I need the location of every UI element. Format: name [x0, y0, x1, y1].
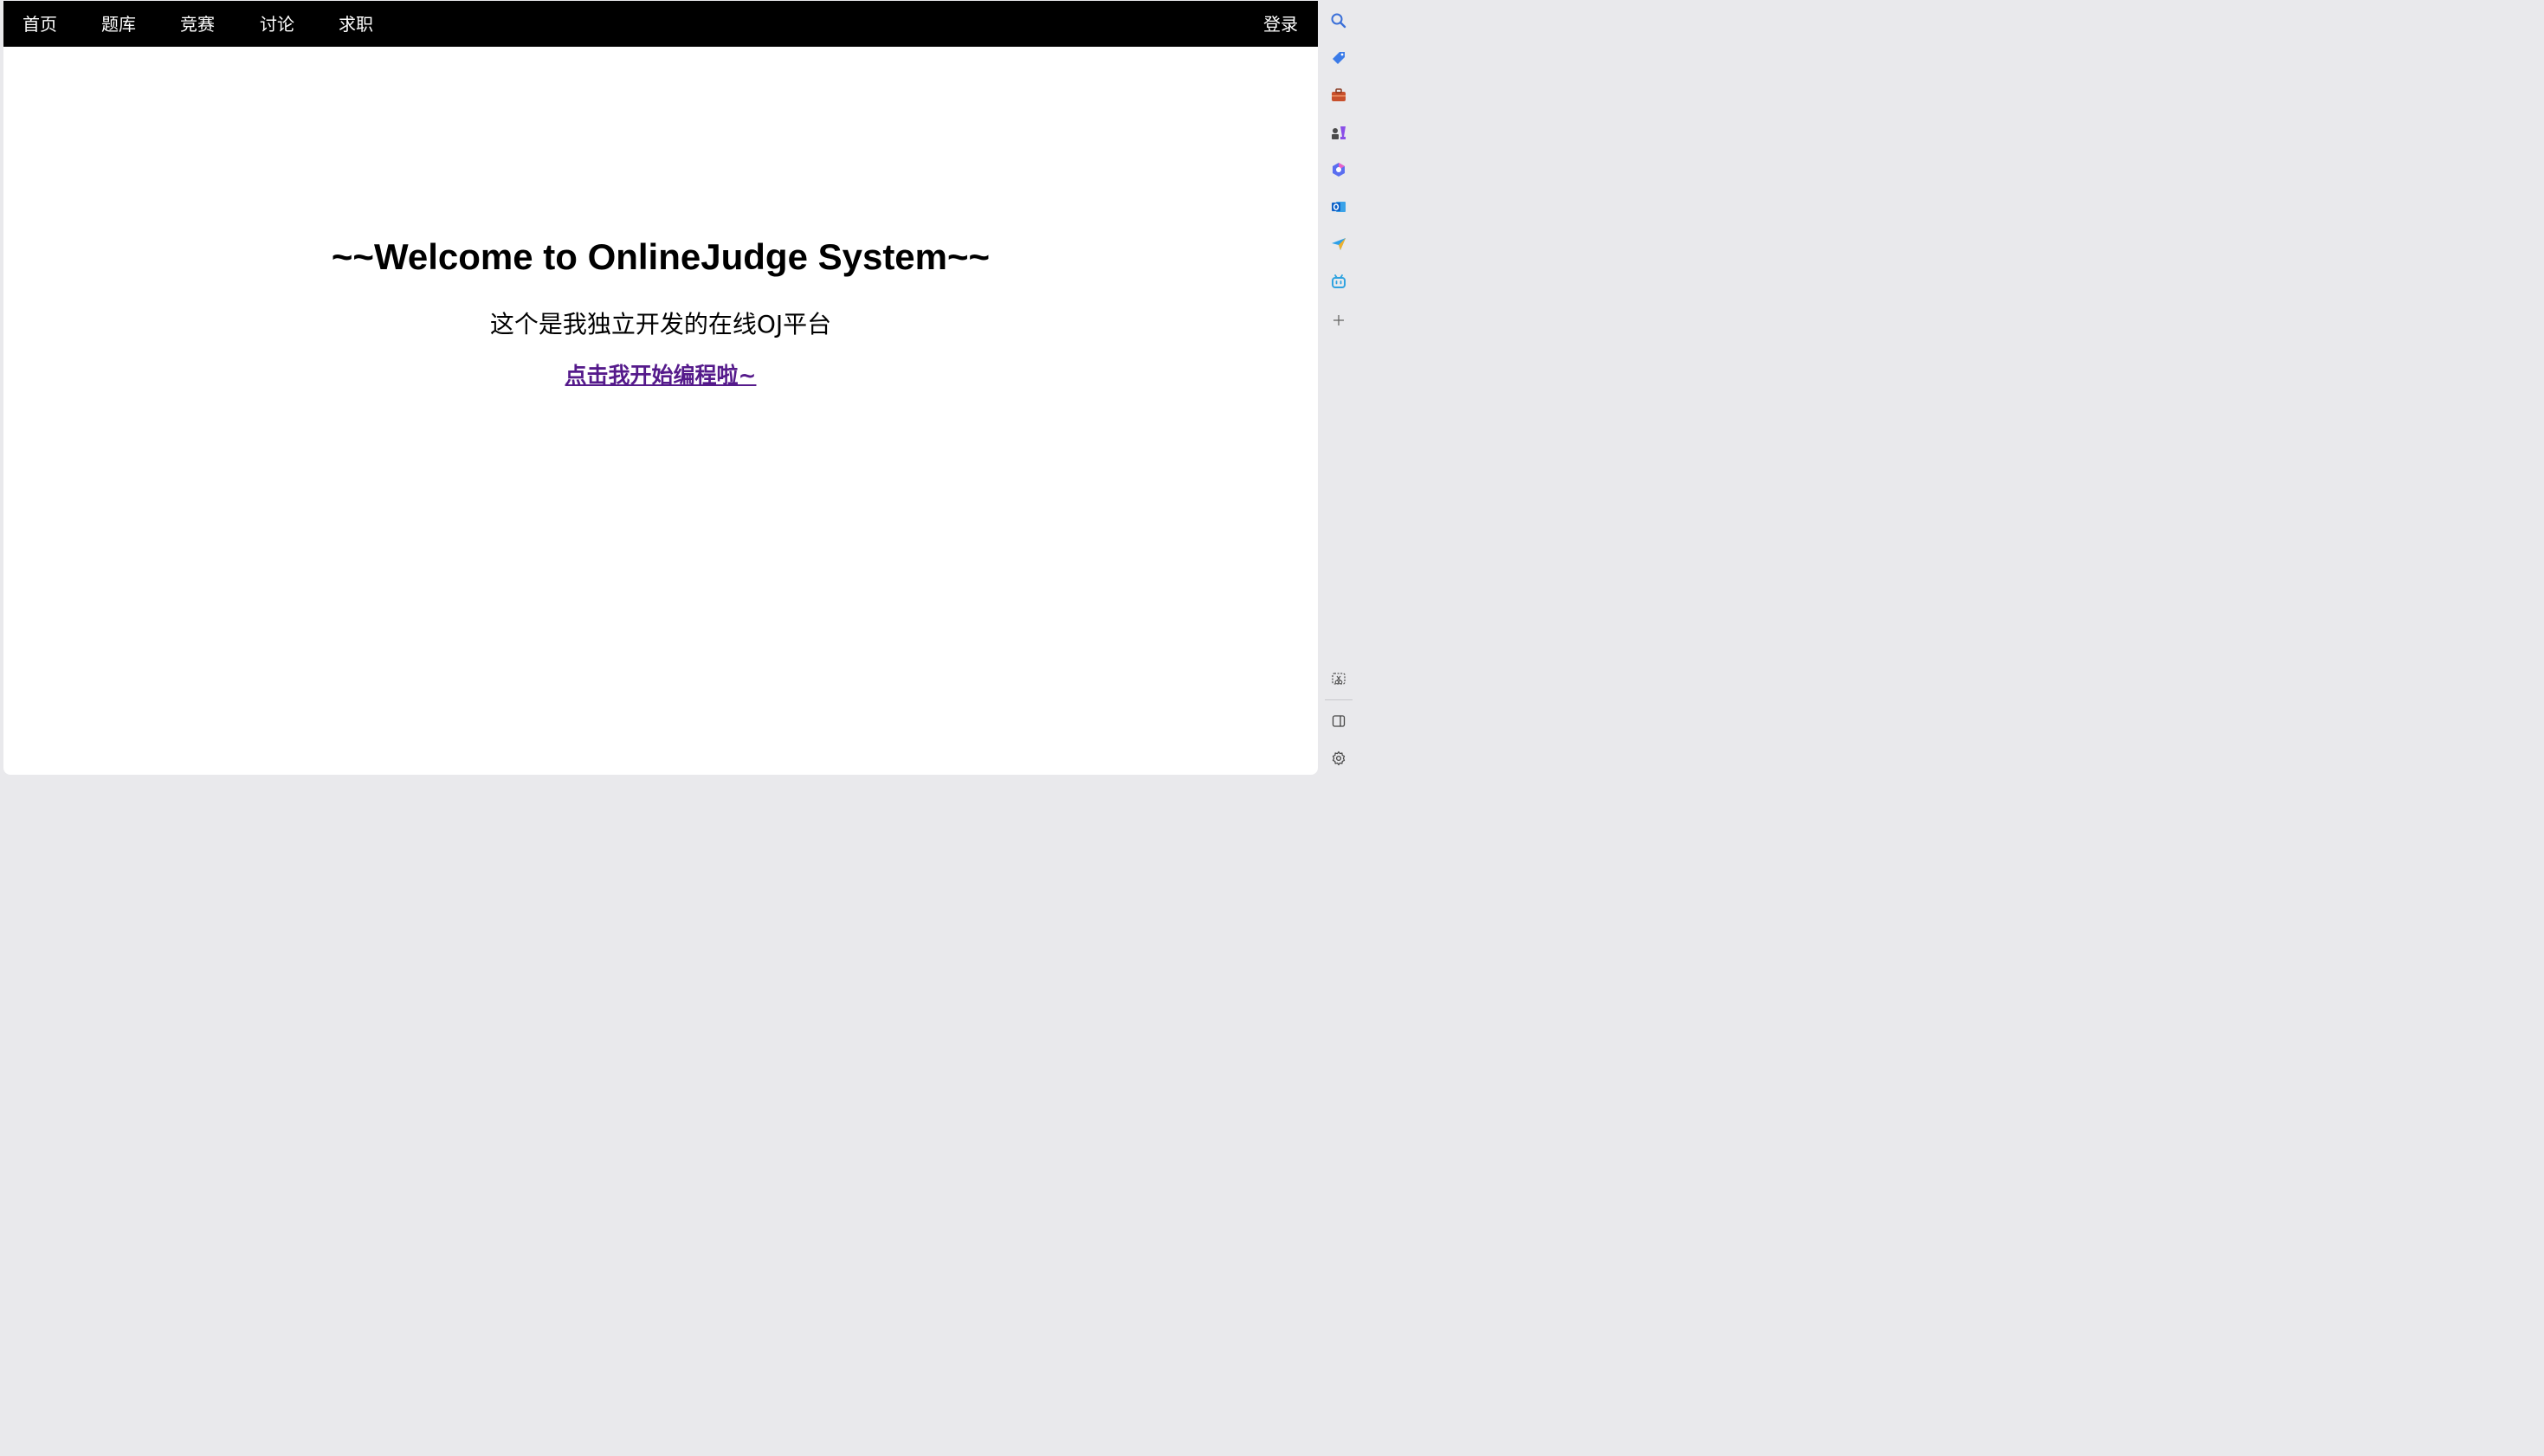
browser-sidebar [1320, 0, 1358, 777]
page-subtitle: 这个是我独立开发的在线OJ平台 [489, 310, 832, 338]
toolbox-icon[interactable] [1328, 85, 1349, 106]
chess-icon[interactable] [1328, 122, 1349, 143]
copilot-icon[interactable] [1328, 159, 1349, 180]
nav-item-home[interactable]: 首页 [23, 1, 57, 47]
browser-page: 首页 题库 竞赛 讨论 求职 登录 ~~Welcome to OnlineJud… [3, 1, 1318, 775]
page-title: ~~Welcome to OnlineJudge System~~ [331, 236, 991, 277]
screenshot-icon[interactable] [1328, 669, 1349, 690]
start-coding-link-wrapper: 点击我开始编程啦~ [3, 358, 1318, 390]
nav-item-jobs[interactable]: 求职 [339, 1, 373, 47]
send-icon[interactable] [1328, 234, 1349, 254]
nav-item-problems[interactable]: 题库 [101, 1, 136, 47]
start-coding-link[interactable]: 点击我开始编程啦~ [565, 363, 757, 388]
settings-icon[interactable] [1328, 748, 1349, 769]
search-icon[interactable] [1328, 10, 1349, 31]
login-link[interactable]: 登录 [1263, 1, 1298, 47]
sidebar-divider [1325, 699, 1353, 700]
add-icon[interactable] [1328, 310, 1349, 331]
top-navbar: 首页 题库 竞赛 讨论 求职 登录 [3, 1, 1318, 47]
tag-icon[interactable] [1328, 48, 1349, 68]
split-view-icon[interactable] [1328, 711, 1349, 731]
bilibili-icon[interactable] [1328, 271, 1349, 292]
nav-item-discuss[interactable]: 讨论 [260, 1, 294, 47]
nav-item-contests[interactable]: 竞赛 [180, 1, 215, 47]
outlook-icon[interactable] [1328, 196, 1349, 217]
